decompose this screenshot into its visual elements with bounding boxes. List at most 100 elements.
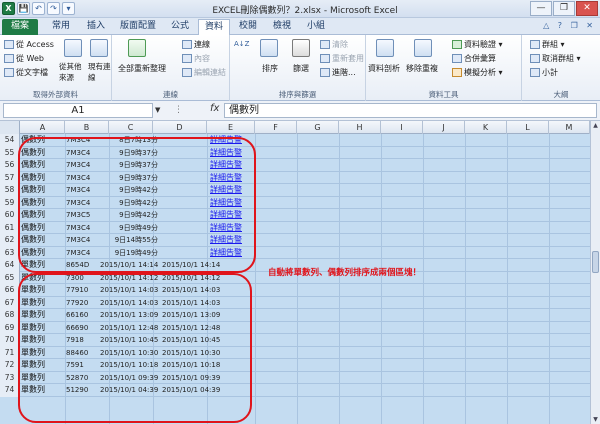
cell-b[interactable]: 77920 [66, 297, 100, 310]
column-header[interactable]: M [549, 121, 590, 134]
from-other-sources-button[interactable]: 從其他來源 [59, 61, 87, 83]
cell-a[interactable]: 偶數列 [21, 209, 70, 222]
row-header[interactable]: 58 [0, 184, 20, 197]
cell-b[interactable]: 52870 [66, 372, 100, 385]
data-validation-button[interactable]: 資料驗證 ▾ [452, 39, 503, 50]
worksheet-grid[interactable]: A B C D E F G H I J K L M 54 偶數列 7M3C4 8日7時… [0, 121, 590, 424]
cell-c[interactable]: 2015/10/1 12:48 [100, 322, 158, 335]
column-header[interactable]: D [153, 121, 207, 134]
scroll-thumb[interactable] [592, 251, 599, 273]
cell-b[interactable]: 7M3C4 [66, 147, 100, 160]
column-header[interactable]: B [65, 121, 109, 134]
row-header[interactable]: 74 [0, 384, 20, 397]
cell-c[interactable]: 2015/10/1 10:18 [100, 359, 158, 372]
row-header[interactable]: 73 [0, 371, 20, 384]
cell-b[interactable]: 66690 [66, 322, 100, 335]
cell-b[interactable]: 7M3C4 [66, 197, 100, 210]
cell-e-link[interactable]: 詳細告警 [210, 234, 256, 247]
minimize-button[interactable]: — [530, 1, 552, 16]
column-header[interactable]: C [109, 121, 153, 134]
row-header[interactable]: 66 [0, 284, 20, 297]
cell-a[interactable]: 單數列 [21, 309, 70, 322]
tab-data[interactable]: 資料 [198, 19, 230, 35]
cell-e-link[interactable]: 詳細告警 [210, 209, 256, 222]
redo-icon[interactable]: ↷ [47, 2, 60, 15]
cell-e-link[interactable] [210, 259, 256, 272]
row-header[interactable]: 72 [0, 359, 20, 372]
row-header[interactable]: 62 [0, 234, 20, 247]
excel-app-icon[interactable]: X [2, 2, 15, 15]
text-to-columns-button[interactable]: 資料剖析 [368, 63, 400, 74]
cell-b[interactable]: 7M3C4 [66, 172, 100, 185]
cell-e-link[interactable] [210, 284, 256, 297]
tab-home[interactable]: 常用 [44, 19, 78, 35]
insert-function-icon[interactable]: fx [210, 103, 219, 114]
tab-page-layout[interactable]: 版面配置 [114, 19, 162, 35]
column-header[interactable]: L [507, 121, 549, 134]
group-button[interactable]: 群組 ▾ [530, 39, 565, 50]
subtotal-button[interactable]: 小計 [530, 67, 558, 78]
cell-a[interactable]: 偶數列 [21, 172, 70, 185]
cell-a[interactable]: 偶數列 [21, 197, 70, 210]
row-header[interactable]: 67 [0, 296, 20, 309]
tab-view[interactable]: 檢視 [266, 19, 298, 35]
cell-a[interactable]: 偶數列 [21, 134, 70, 147]
tab-insert[interactable]: 插入 [80, 19, 112, 35]
cell-e-link[interactable] [210, 372, 256, 385]
cell-b[interactable]: 7M3C4 [66, 159, 100, 172]
cell-c[interactable]: 2015/10/1 10:45 [100, 334, 158, 347]
refresh-all-button[interactable]: 全部重新整理 [118, 63, 166, 74]
row-header[interactable]: 56 [0, 159, 20, 172]
cell-b[interactable]: 7M3C4 [66, 247, 100, 260]
row-header[interactable]: 64 [0, 259, 20, 272]
cell-c[interactable]: 2015/10/1 14:12 [100, 272, 158, 285]
scroll-down-icon[interactable]: ▼ [591, 415, 600, 424]
chevron-down-icon[interactable]: ▼ [155, 106, 160, 114]
cell-c[interactable]: 2015/10/1 14:14 [100, 259, 158, 272]
tab-review[interactable]: 校閱 [232, 19, 264, 35]
cell-b[interactable]: 7300 [66, 272, 100, 285]
cell-a[interactable]: 偶數列 [21, 159, 70, 172]
cell-e-link[interactable] [210, 272, 256, 285]
column-header[interactable]: A [21, 121, 65, 134]
cell-b[interactable]: 7591 [66, 359, 100, 372]
cell-e-link[interactable]: 詳細告警 [210, 159, 256, 172]
scroll-up-icon[interactable]: ▲ [591, 121, 600, 130]
column-header[interactable]: I [381, 121, 423, 134]
what-if-analysis-button[interactable]: 模擬分析 ▾ [452, 67, 503, 78]
cell-c[interactable]: 2015/10/1 04:39 [100, 384, 158, 397]
row-header[interactable]: 71 [0, 346, 20, 359]
cell-c[interactable]: 9日14時55分 [100, 234, 158, 247]
advanced-filter-button[interactable]: 進階... [320, 67, 356, 78]
cell-b[interactable]: 88460 [66, 347, 100, 360]
row-header[interactable]: 68 [0, 309, 20, 322]
save-icon[interactable]: 💾 [17, 2, 30, 15]
sort-button[interactable]: 排序 [262, 63, 278, 74]
row-header[interactable]: 55 [0, 146, 20, 159]
cell-a[interactable]: 偶數列 [21, 222, 70, 235]
filter-button[interactable]: 篩選 [293, 63, 309, 74]
select-all-corner[interactable] [0, 121, 20, 134]
row-header[interactable]: 57 [0, 171, 20, 184]
cell-b[interactable]: 77910 [66, 284, 100, 297]
cell-a[interactable]: 偶數列 [21, 147, 70, 160]
formula-input[interactable]: 偶數列 [224, 103, 597, 118]
cell-c[interactable]: 9日9時42分 [100, 197, 158, 210]
cell-a[interactable]: 單數列 [21, 359, 70, 372]
row-header[interactable]: 60 [0, 209, 20, 222]
cell-a[interactable]: 偶數列 [21, 234, 70, 247]
cell-c[interactable]: 9日9時37分 [100, 147, 158, 160]
cell-e-link[interactable] [210, 359, 256, 372]
row-header[interactable]: 54 [0, 134, 20, 147]
cell-c[interactable]: 2015/10/1 10:30 [100, 347, 158, 360]
cell-e-link[interactable] [210, 322, 256, 335]
sort-az-button[interactable]: A↓Z [234, 40, 249, 48]
cell-b[interactable]: 7M3C4 [66, 234, 100, 247]
reapply-button[interactable]: 重新套用 [320, 53, 364, 64]
cell-c[interactable]: 2015/10/1 14:03 [100, 297, 158, 310]
clear-filter-button[interactable]: 清除 [320, 39, 348, 50]
row-header[interactable]: 61 [0, 221, 20, 234]
cell-e-link[interactable]: 詳細告警 [210, 197, 256, 210]
cell-a[interactable]: 偶數列 [21, 247, 70, 260]
cell-b[interactable]: 7M3C4 [66, 222, 100, 235]
